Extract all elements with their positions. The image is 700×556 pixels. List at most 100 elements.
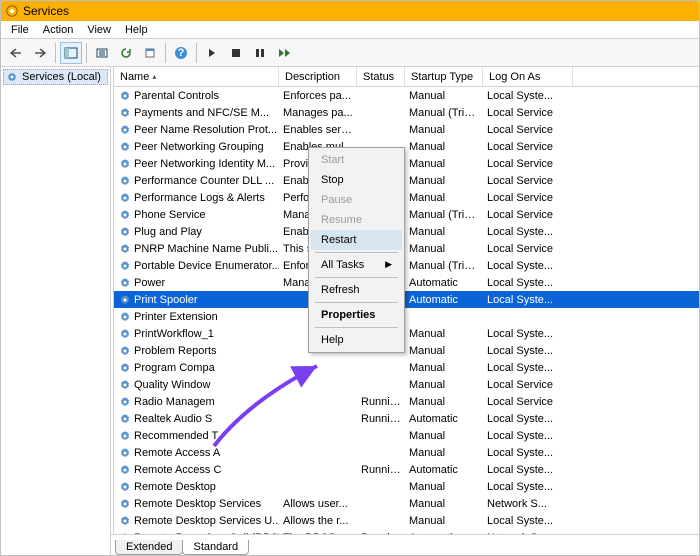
col-header-name[interactable]: Name▴ [114,67,279,86]
table-row[interactable]: Recommended TManualLocal Syste... [114,427,699,444]
ctx-resume[interactable]: Resume [311,210,402,230]
service-logon: Local Syste... [483,413,573,425]
ctx-refresh[interactable]: Refresh [311,280,402,300]
service-logon: Local Service [483,175,573,187]
table-row[interactable]: PNRP Machine Name Publi...This service .… [114,240,699,257]
table-row[interactable]: Peer Networking Identity M...Provides id… [114,155,699,172]
service-icon [118,361,132,375]
ctx-help[interactable]: Help [311,330,402,350]
table-row[interactable]: Quality WindowManualLocal Service [114,376,699,393]
table-row[interactable]: Remote Desktop Services U...Allows the r… [114,512,699,529]
service-name: Performance Logs & Alerts [134,192,265,204]
context-menu: Start Stop Pause Resume Restart All Task… [308,147,405,353]
ctx-start[interactable]: Start [311,150,402,170]
table-row[interactable]: Portable Device Enumerator...Enforces gr… [114,257,699,274]
service-name: Remote Desktop Services U... [134,515,279,527]
table-row[interactable]: Remote Desktop ServicesAllows user...Man… [114,495,699,512]
ctx-restart[interactable]: Restart [311,230,402,250]
service-startup: Manual [405,328,483,340]
col-header-description[interactable]: Description [279,67,357,86]
ctx-properties[interactable]: Properties [311,305,402,325]
service-name: Remote Desktop Services [134,498,261,510]
service-logon: Local Service [483,124,573,136]
table-row[interactable]: Payments and NFC/SE M...Manages pa...Man… [114,104,699,121]
table-row[interactable]: PowerManages p...RunningAutomaticLocal S… [114,274,699,291]
service-startup: Manual [405,141,483,153]
table-row[interactable]: Realtek Audio SRunningAutomaticLocal Sys… [114,410,699,427]
service-startup: Manual (Trig... [405,107,483,119]
tab-standard[interactable]: Standard [182,540,249,555]
show-hide-tree-button[interactable] [60,42,82,64]
table-row[interactable]: Print SpoolerRunningAutomaticLocal Syste… [114,291,699,308]
nav-forward-button[interactable] [29,42,51,64]
service-logon: Local Syste... [483,481,573,493]
service-name: Problem Reports [134,345,217,357]
service-startup: Manual [405,345,483,357]
ctx-all-tasks[interactable]: All Tasks▶ [311,255,402,275]
service-description: Enables serv... [279,124,357,136]
service-logon: Local Syste... [483,362,573,374]
service-name: Portable Device Enumerator... [134,260,279,272]
service-description: Allows user... [279,498,357,510]
table-row[interactable]: Peer Networking GroupingEnables mul...Ma… [114,138,699,155]
ctx-separator [315,277,398,278]
menu-file[interactable]: File [5,23,35,37]
service-logon: Local Service [483,379,573,391]
export-list-button[interactable] [91,42,113,64]
menubar: File Action View Help [1,21,699,39]
table-row[interactable]: Parental ControlsEnforces pa...ManualLoc… [114,87,699,104]
service-icon [118,378,132,392]
service-logon: Network S... [483,532,573,535]
table-row[interactable]: PrintWorkflow_1RunningManualLocal Syste.… [114,325,699,342]
stop-service-button[interactable] [225,42,247,64]
table-row[interactable]: Plug and PlayEnables a c...RunningManual… [114,223,699,240]
help-button[interactable]: ? [170,42,192,64]
table-row[interactable]: Performance Counter DLL ...Enables rem..… [114,172,699,189]
table-row[interactable]: Program CompaManualLocal Syste... [114,359,699,376]
table-row[interactable]: Problem ReportsManualLocal Syste... [114,342,699,359]
restart-service-button[interactable] [273,42,295,64]
service-name: Payments and NFC/SE M... [134,107,269,119]
ctx-pause[interactable]: Pause [311,190,402,210]
service-icon [118,225,132,239]
table-row[interactable]: Radio ManagemRunningManualLocal Service [114,393,699,410]
table-row[interactable]: Printer Extension [114,308,699,325]
service-logon: Local Service [483,243,573,255]
service-logon: Local Syste... [483,277,573,289]
pause-service-button[interactable] [249,42,271,64]
properties-button[interactable] [139,42,161,64]
gear-icon [6,71,18,83]
service-icon [118,395,132,409]
menu-action[interactable]: Action [37,23,80,37]
service-name: Remote Access A [134,447,220,459]
service-icon [118,463,132,477]
col-header-status[interactable]: Status [357,67,405,86]
service-icon [118,531,132,535]
column-headers: Name▴ Description Status Startup Type Lo… [114,67,699,87]
service-name: Plug and Play [134,226,202,238]
table-row[interactable]: Peer Name Resolution Prot...Enables serv… [114,121,699,138]
service-icon [118,310,132,324]
ctx-stop[interactable]: Stop [311,170,402,190]
table-row[interactable]: Performance Logs & AlertsPerformanc...Ma… [114,189,699,206]
list-container: Name▴ Description Status Startup Type Lo… [111,67,699,535]
menu-view[interactable]: View [81,23,117,37]
tab-extended[interactable]: Extended [115,540,183,555]
service-icon [118,276,132,290]
service-name: Performance Counter DLL ... [134,175,274,187]
tree-node-services-local[interactable]: Services (Local) [3,69,108,85]
menu-help[interactable]: Help [119,23,154,37]
refresh-button[interactable] [115,42,137,64]
table-row[interactable]: Phone ServiceManages th...RunningManual … [114,206,699,223]
service-logon: Local Service [483,192,573,204]
table-row[interactable]: Remote Procedure Call (RPC)The RPCSS s..… [114,529,699,534]
table-row[interactable]: Remote Access CRunningAutomaticLocal Sys… [114,461,699,478]
table-row[interactable]: Remote DesktopManualLocal Syste... [114,478,699,495]
start-service-button[interactable] [201,42,223,64]
services-list[interactable]: Name▴ Description Status Startup Type Lo… [114,67,699,534]
col-header-logon[interactable]: Log On As [483,67,573,86]
tree-pane[interactable]: Services (Local) [1,67,111,555]
col-header-startup[interactable]: Startup Type [405,67,483,86]
table-row[interactable]: Remote Access AManualLocal Syste... [114,444,699,461]
nav-back-button[interactable] [5,42,27,64]
